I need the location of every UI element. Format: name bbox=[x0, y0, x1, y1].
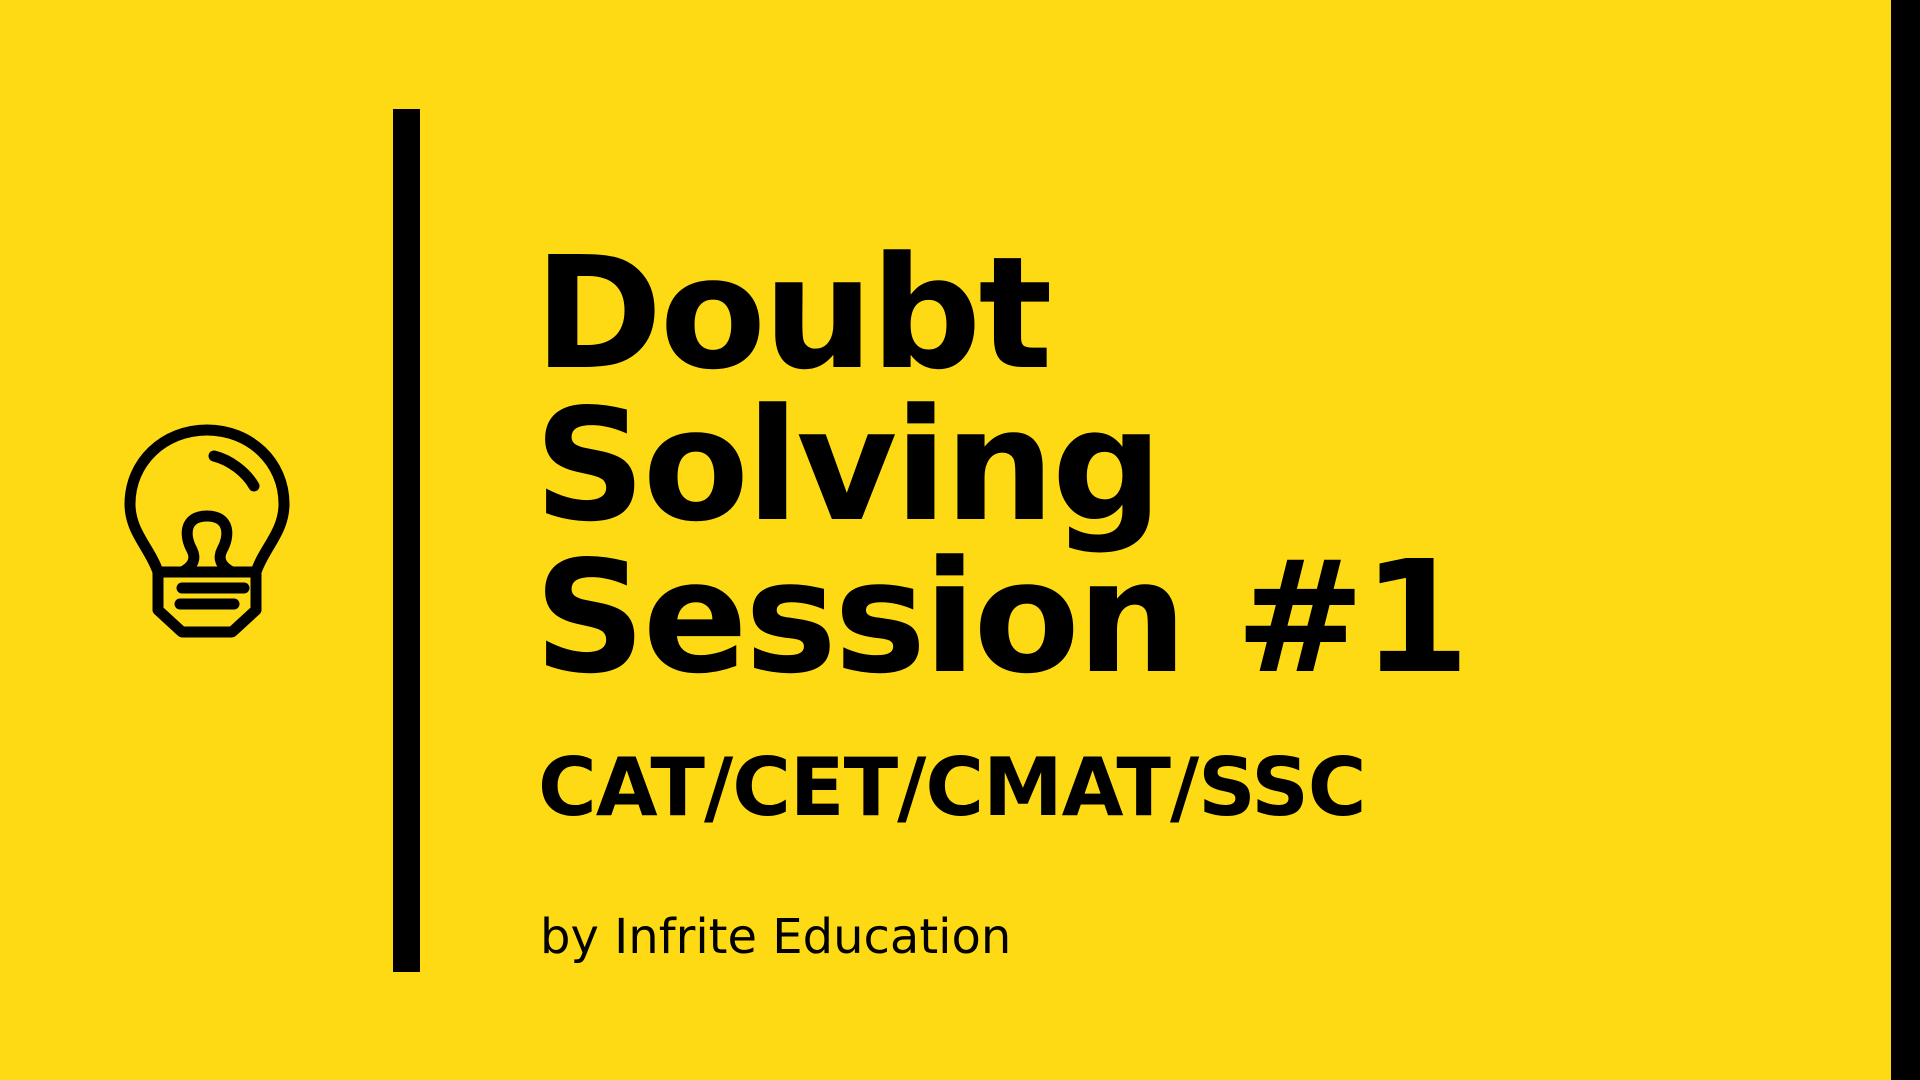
lightbulb-icon bbox=[124, 424, 290, 638]
title-line-3: Session #1 bbox=[534, 527, 1470, 708]
slide-canvas: Doubt Solving Session #1 CAT/CET/CMAT/SS… bbox=[0, 0, 1920, 1080]
right-edge-bar bbox=[1891, 0, 1920, 1080]
byline: by Infrite Education bbox=[540, 909, 1012, 965]
session-title: Doubt Solving Session #1 bbox=[534, 223, 1470, 708]
exam-list: CAT/CET/CMAT/SSC bbox=[538, 741, 1367, 834]
title-line-1: Doubt bbox=[534, 223, 1053, 404]
title-line-2: Solving bbox=[534, 375, 1163, 556]
vertical-divider bbox=[393, 109, 420, 972]
